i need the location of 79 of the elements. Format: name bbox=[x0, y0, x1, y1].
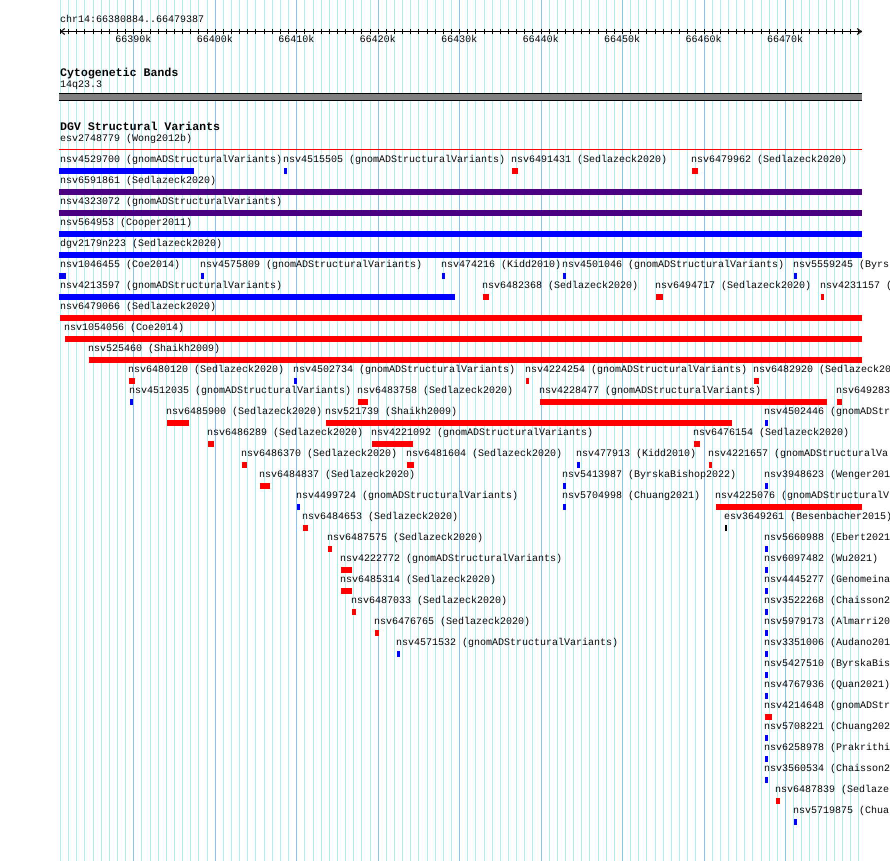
variant-label: nsv4501046 (gnomADStructuralVariants) bbox=[562, 260, 784, 272]
variant-label: nsv6482368 (Sedlazeck2020) bbox=[482, 281, 638, 293]
variant-label: nsv6258978 (Prakrithi bbox=[764, 743, 890, 755]
ruler-tick-label: 66410k bbox=[278, 35, 314, 47]
variant-label: nsv6486370 (Sedlazeck2020) bbox=[241, 449, 398, 461]
variant-label: nsv4228477 (gnomADStructuralVariants) bbox=[539, 386, 762, 398]
variant-label: nsv5704998 (Chuang2021) bbox=[562, 491, 700, 503]
variant-label: nsv5559245 (Byrs bbox=[793, 260, 890, 272]
variant-label: nsv1054056 (Coe2014) bbox=[64, 323, 184, 335]
band-label: 14q23.3 bbox=[60, 80, 102, 92]
variant-label: nsv564953 (Cooper2011) bbox=[60, 218, 192, 230]
variant-label: nsv4499724 (gnomADStructuralVariants) bbox=[296, 491, 518, 503]
variant-label: nsv6097482 (Wu2021) bbox=[764, 554, 878, 566]
variant-label: nsv6483758 (Sedlazeck2020) bbox=[357, 386, 514, 398]
variant-label: nsv6481604 (Sedlazeck2020) bbox=[406, 449, 562, 461]
variant-label: nsv525460 (Shaikh2009) bbox=[88, 344, 220, 356]
variant-label: nsv6484837 (Sedlazeck2020) bbox=[259, 470, 416, 482]
variant-label: dgv2179n223 (Sedlazeck2020) bbox=[60, 239, 222, 251]
variant-label: nsv5708221 (Chuang202 bbox=[764, 722, 890, 734]
variant-label: nsv6480120 (Sedlazeck2020) bbox=[128, 365, 284, 377]
variant-label: nsv4515505 (gnomADStructuralVariants) bbox=[283, 155, 506, 167]
ruler-tick-label: 66460k bbox=[686, 35, 722, 47]
variant-label: nsv6486289 (Sedlazeck2020) bbox=[207, 428, 364, 440]
variant-label: nsv6485314 (Sedlazeck2020) bbox=[340, 575, 496, 587]
track-title: DGV Structural Variants bbox=[60, 121, 220, 134]
variant-label: nsv6476154 (Sedlazeck2020) bbox=[693, 428, 850, 440]
locus-label: chr14:66380884..66479387 bbox=[60, 15, 204, 27]
variant-label: nsv6485900 (Sedlazeck2020) bbox=[166, 407, 322, 419]
track-title: Cytogenetic Bands bbox=[60, 67, 178, 80]
ruler-tick-label: 66390k bbox=[115, 35, 152, 47]
variant-label: nsv5660988 (Ebert2021 bbox=[764, 533, 890, 545]
variant-label: nsv6484653 (Sedlazeck2020) bbox=[302, 512, 458, 524]
variant-label: esv2748779 (Wong2012b) bbox=[60, 134, 192, 146]
variant-label: nsv477913 (Kidd2010) bbox=[576, 449, 696, 461]
variant-label: nsv4767936 (Quan2021) bbox=[764, 680, 890, 692]
variant-label: nsv4575809 (gnomADStructuralVariants) bbox=[200, 260, 422, 272]
variant-label: nsv4214648 (gnomADStr bbox=[764, 701, 890, 713]
variant-label: esv3649261 (Besenbacher2015) bbox=[724, 512, 890, 524]
variant-label: nsv4512035 (gnomADStructuralVariants) bbox=[129, 386, 352, 398]
variant-label: nsv6494717 (Sedlazeck2020) bbox=[655, 281, 812, 293]
variant-label: nsv1046455 (Coe2014) bbox=[60, 260, 180, 272]
variant-label: nsv6476765 (Sedlazeck2020) bbox=[374, 617, 530, 629]
variant-label: nsv4231157 ( bbox=[820, 281, 890, 293]
variant-label: nsv4224254 (gnomADStructuralVariants) bbox=[525, 365, 748, 377]
ruler-tick-label: 66400k bbox=[196, 35, 233, 47]
variant-label: nsv6591861 (Sedlazeck2020) bbox=[60, 176, 216, 188]
ruler-tick-label: 66420k bbox=[360, 35, 396, 47]
variant-label: nsv5719875 (Chua bbox=[793, 806, 890, 818]
variant-label: nsv474216 (Kidd2010) bbox=[441, 260, 562, 272]
ruler-tick-label: 66470k bbox=[766, 35, 803, 47]
variant-label: nsv4571532 (gnomADStructuralVariants) bbox=[396, 638, 618, 650]
variant-label: nsv6491431 (Sedlazeck2020) bbox=[511, 155, 668, 167]
variant-label: nsv3522268 (Chaisson2 bbox=[764, 596, 890, 608]
variant-label: nsv4529700 (gnomADStructuralVariants) bbox=[60, 155, 282, 167]
variant-label: nsv521739 (Shaikh2009) bbox=[325, 407, 458, 419]
variant-label: nsv649283 bbox=[836, 386, 890, 398]
variant-label: nsv5979173 (Almarri20 bbox=[764, 617, 890, 629]
ruler-tick-label: 66450k bbox=[604, 35, 640, 47]
variant-label: nsv4502734 (gnomADStructuralVariants) bbox=[293, 365, 516, 377]
variant-label: nsv3560534 (Chaisson2 bbox=[764, 764, 890, 776]
ruler-tick-label: 66430k bbox=[441, 35, 478, 47]
variant-label: nsv4323072 (gnomADStructuralVariants) bbox=[60, 197, 282, 209]
variant-label: nsv5413987 (ByrskaBishop2022) bbox=[562, 470, 736, 482]
variant-label: nsv6487839 (Sedlaze bbox=[775, 785, 890, 797]
variant-label: nsv6479066 (Sedlazeck2020) bbox=[60, 302, 216, 314]
variant-label: nsv6487033 (Sedlazeck2020) bbox=[351, 596, 508, 608]
variant-label: nsv4225076 (gnomADStructuralV bbox=[715, 491, 890, 503]
variant-label: nsv6487575 (Sedlazeck2020) bbox=[327, 533, 484, 545]
variant-label: nsv5427510 (ByrskaBis bbox=[764, 659, 890, 671]
variant-label: nsv4222772 (gnomADStructuralVariants) bbox=[340, 554, 562, 566]
variant-label: nsv3948623 (Wenger201 bbox=[764, 470, 890, 482]
variant-label: nsv4213597 (gnomADStructuralVariants) bbox=[60, 281, 282, 293]
ruler-tick-label: 66440k bbox=[522, 35, 559, 47]
variant-label: nsv3351006 (Audano201 bbox=[764, 638, 890, 650]
variant-label: nsv4221657 (gnomADStructuralVa bbox=[708, 449, 888, 461]
variant-label: nsv4445277 (Genomeina bbox=[764, 575, 890, 587]
variant-label: nsv6479962 (Sedlazeck2020) bbox=[691, 155, 848, 167]
variant-label: nsv4502446 (gnomADStr bbox=[764, 407, 890, 419]
variant-label: nsv4221092 (gnomADStructuralVariants) bbox=[371, 428, 594, 440]
